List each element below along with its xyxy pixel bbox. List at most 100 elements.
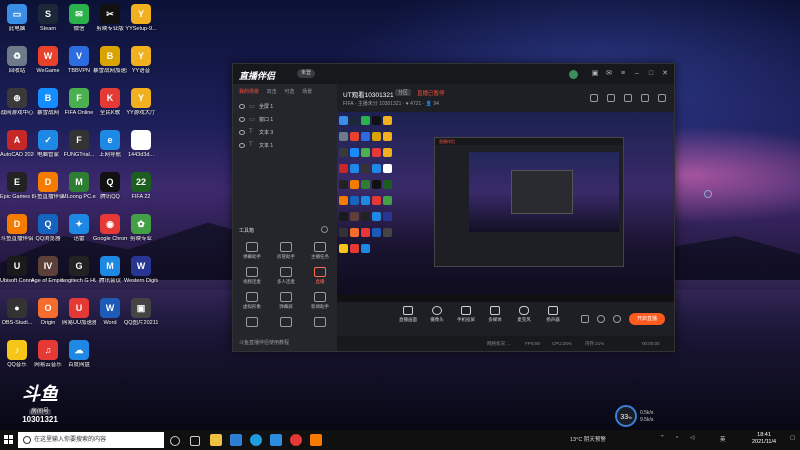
room-tag[interactable]: 分区 xyxy=(395,89,412,96)
desktop-icon[interactable]: ▭ 此电脑 xyxy=(0,4,34,33)
toolbox-more-icon[interactable] xyxy=(321,226,328,233)
desktop-icon[interactable]: Y YYSetup-9... xyxy=(124,4,158,33)
desktop-icon[interactable]: ♪ QQ音乐 xyxy=(0,340,34,369)
eye-icon[interactable] xyxy=(239,143,245,148)
desktop-icon[interactable]: e 上网导航 xyxy=(93,130,127,159)
toolbox-item[interactable]: 房管助手 xyxy=(269,242,303,260)
eye-icon[interactable] xyxy=(239,117,245,122)
desktop-icon[interactable]: U 网易UU加速器 xyxy=(62,298,96,327)
phone-cast-button[interactable]: 手机投屏 xyxy=(451,306,481,323)
record-icon[interactable] xyxy=(607,94,615,102)
desktop-icon[interactable]: ♫ 网易云音乐 xyxy=(31,340,65,369)
tutorial-link[interactable]: 斗鱼直播伴侣使用教程 xyxy=(239,339,289,346)
desktop-icon[interactable]: D 斗鱼直播伴侣 xyxy=(0,214,34,243)
settings-gear-icon[interactable] xyxy=(613,315,621,323)
menu-icon[interactable]: ≡ xyxy=(619,70,627,78)
desktop-icon[interactable]: B 暴雪战网加速器 xyxy=(93,46,127,75)
desktop-icon[interactable]: 1443d3d... xyxy=(124,130,158,159)
taskbar-clock[interactable]: 18:41 2021/11/4 xyxy=(752,432,776,446)
scene-item[interactable]: T 文本 1 xyxy=(237,141,333,151)
edge-icon[interactable] xyxy=(250,434,262,446)
desktop-icon[interactable]: 22 FIFA 22 xyxy=(124,172,158,201)
desktop-icon[interactable]: B 暴雪战网 xyxy=(31,88,65,117)
eye-icon[interactable] xyxy=(239,104,245,109)
desktop-icon[interactable]: W WeGame xyxy=(31,46,65,75)
file-explorer-icon[interactable] xyxy=(210,434,222,446)
volume-icon[interactable]: ◁ xyxy=(690,435,694,441)
taskbar-search[interactable]: 在这里输入你要搜索的内容 xyxy=(18,432,164,448)
start-live-button[interactable]: 开启直播 xyxy=(629,313,665,325)
toolbox-item[interactable]: 虚拟形象 xyxy=(235,292,269,310)
desktop-icon[interactable]: Q QQ浏览器 xyxy=(31,214,65,243)
input-lang[interactable]: 英 xyxy=(720,435,726,443)
bell-icon[interactable] xyxy=(641,94,649,102)
desktop-icon[interactable]: F FIFA Online xyxy=(62,88,96,117)
desktop-icon[interactable]: ✂ 剪映专业版 xyxy=(93,4,127,33)
desktop-icon[interactable]: F FUNGTrial... xyxy=(62,130,96,159)
desktop-icon[interactable]: U Ubisoft Connect xyxy=(0,256,34,285)
login-badge[interactable]: 未登 xyxy=(297,69,316,78)
store-icon[interactable] xyxy=(270,434,282,446)
desktop-icon[interactable]: W Western Digital D... xyxy=(124,256,158,285)
preview-eye-icon[interactable] xyxy=(597,315,605,323)
desktop-icon[interactable]: S Steam xyxy=(31,4,65,33)
scene-item[interactable]: T 文本 3 xyxy=(237,128,333,138)
desktop-icon[interactable]: ☁ 百度网盘 xyxy=(62,340,96,369)
minimize-icon[interactable]: – xyxy=(633,70,641,78)
desktop-icon[interactable]: M MLoong PC.exe xyxy=(62,172,96,201)
desktop-icon[interactable]: A AutoCAD 2020 - 简... xyxy=(0,130,34,159)
notification-icon[interactable]: ▢ xyxy=(790,435,795,441)
desktop-icon[interactable]: ✦ 迅雷 xyxy=(62,214,96,243)
tab-scenes[interactable]: 场景 xyxy=(302,88,312,95)
tab-optional[interactable]: 可选 xyxy=(284,88,294,95)
desktop-icon[interactable]: Q 腾讯QQ xyxy=(93,172,127,201)
stream-preview[interactable]: 直播伴侣 xyxy=(337,112,674,302)
tab-double-click[interactable]: 双击 xyxy=(267,88,277,95)
desktop-icon[interactable]: ▣ QQ图片20211104... xyxy=(124,298,158,327)
toolbox-item[interactable]: 弹幕屏 xyxy=(269,292,303,310)
desktop-icon[interactable]: ✿ 剪映专业 xyxy=(124,214,158,243)
weather-status[interactable]: 13°C 阴天预警 xyxy=(570,435,606,443)
task-view-icon[interactable] xyxy=(190,436,200,446)
speaker-button[interactable]: 扬声器 xyxy=(538,306,568,323)
douyu-taskbar-icon[interactable] xyxy=(310,434,322,446)
skin-icon[interactable]: ▣ xyxy=(591,70,599,78)
layout-icon[interactable] xyxy=(590,94,598,102)
screenshot-icon[interactable] xyxy=(624,94,632,102)
scene-item[interactable]: ▭ 窗口 1 xyxy=(237,115,333,125)
close-icon[interactable]: ✕ xyxy=(661,70,669,78)
eye-icon[interactable] xyxy=(239,130,245,135)
cpu-gauge[interactable]: 33% xyxy=(615,405,637,427)
toolbox-item[interactable]: 多人连麦 xyxy=(269,267,303,285)
cortana-icon[interactable] xyxy=(170,436,180,446)
desktop-icon[interactable]: IV Age of Empires IV xyxy=(31,256,65,285)
record-video-icon[interactable] xyxy=(581,315,589,323)
desktop-icon[interactable]: G Logitech G HUB xyxy=(62,256,96,285)
tray-up-icon[interactable]: ⌃ xyxy=(660,435,665,441)
desktop-icon[interactable]: E Epic Games Launcher xyxy=(0,172,34,201)
desktop-icon[interactable]: ✓ 电脑管家 xyxy=(31,130,65,159)
desktop-icon[interactable]: V TBBVPN xyxy=(62,46,96,75)
desktop-icon[interactable]: ✉ 微信 xyxy=(62,4,96,33)
network-icon[interactable]: ◔ xyxy=(675,435,678,441)
desktop-icon[interactable]: ● OBS-Studi... xyxy=(0,298,34,327)
toolbox-item[interactable]: 弹幕助手 xyxy=(235,242,269,260)
desktop-icon[interactable]: ♻ 回收站 xyxy=(0,46,34,75)
mail-icon[interactable]: ✉ xyxy=(605,70,613,78)
desktop-icon[interactable]: W Word xyxy=(93,298,127,327)
desktop-icon[interactable]: Y YY游戏大厅 xyxy=(124,88,158,117)
scene-item[interactable]: ▭ 全屏 1 xyxy=(237,102,333,112)
chrome-icon[interactable] xyxy=(290,434,302,446)
desktop-icon[interactable]: Y YY语音 xyxy=(124,46,158,75)
media-source-button[interactable]: 多媒体 xyxy=(480,306,510,323)
maximize-icon[interactable]: □ xyxy=(647,70,655,78)
avatar[interactable] xyxy=(569,70,578,79)
microphone-button[interactable]: 麦克风 xyxy=(509,306,539,323)
screen-source-button[interactable]: 直播画面 xyxy=(393,306,423,323)
toolbox-item[interactable] xyxy=(269,317,303,329)
toolbox-item[interactable]: 视频连麦 xyxy=(235,267,269,285)
desktop-icon[interactable]: D 斗鱼直播伴侣 xyxy=(31,172,65,201)
desktop-icon[interactable]: M 腾讯会议 xyxy=(93,256,127,285)
windows-start-icon[interactable] xyxy=(4,435,14,445)
desktop-icon[interactable]: O Origin xyxy=(31,298,65,327)
